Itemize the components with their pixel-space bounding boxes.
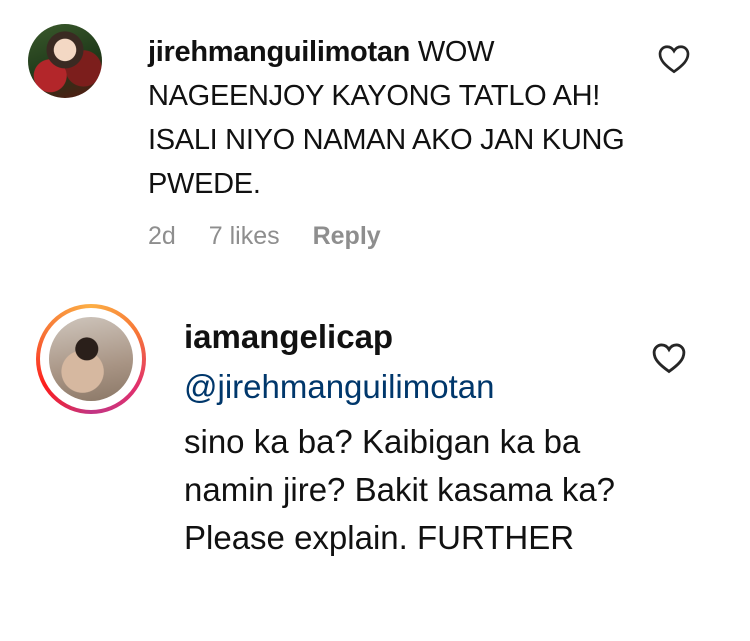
comment: iamangelicap @jirehmanguilimotan sino ka… [0,290,750,641]
comment-body: jirehmanguilimotan WOW NAGEENJOY KAYONG … [148,30,648,206]
comment-age: 2d [148,222,176,250]
mention-link[interactable]: @jirehmanguilimotan [184,368,494,406]
comment: jirehmanguilimotan WOW NAGEENJOY KAYONG … [0,0,750,270]
comment-text: sino ka ba? Kaibigan ka ba namin jire? B… [184,423,616,556]
story-ring-gap [40,308,142,410]
avatar[interactable] [28,24,102,98]
comment-meta: 2d 7 likes Reply [148,222,407,251]
avatar[interactable] [49,317,133,401]
heart-outline-icon[interactable] [658,44,690,79]
story-ring[interactable] [36,304,146,414]
reply-button[interactable]: Reply [313,222,381,250]
comment-username[interactable]: iamangelicap [184,318,393,356]
comment-username[interactable]: jirehmanguilimotan [148,36,410,68]
comment-likes[interactable]: 7 likes [209,222,280,250]
heart-outline-icon[interactable] [652,342,686,379]
